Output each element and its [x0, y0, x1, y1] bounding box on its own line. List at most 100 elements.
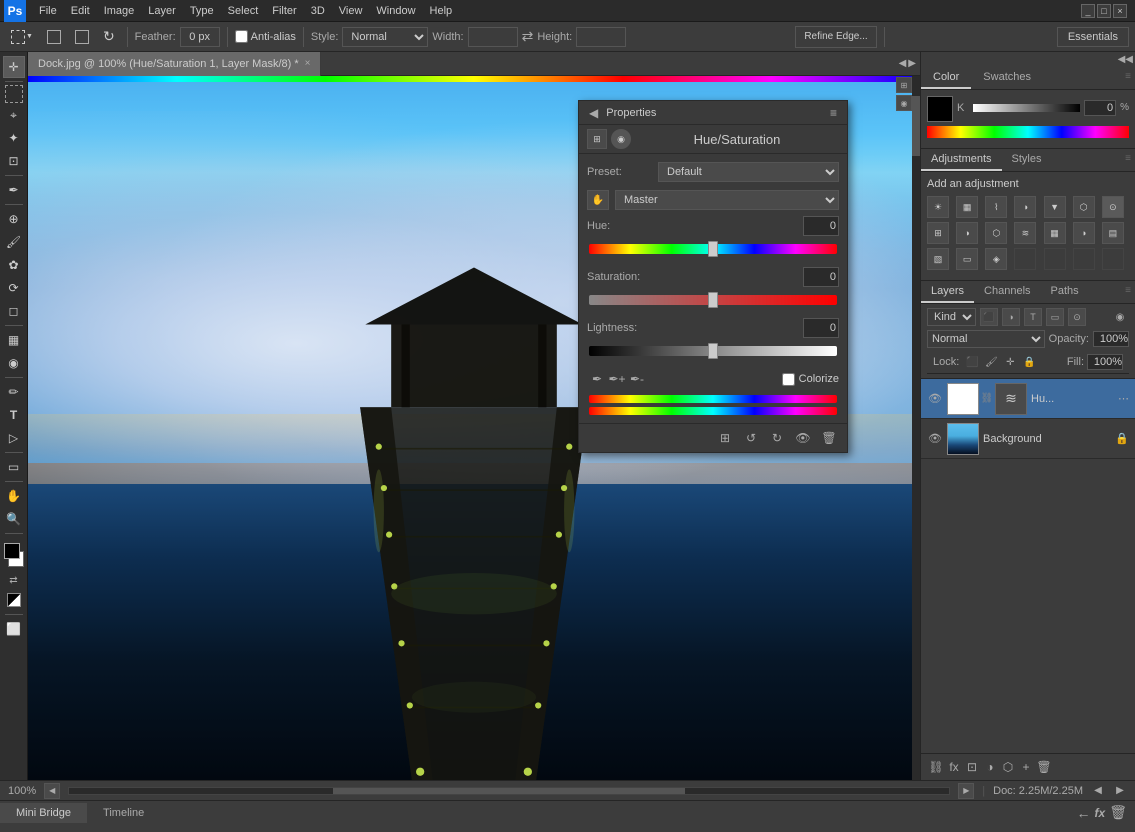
k-slider[interactable]	[973, 104, 1080, 112]
light-value-input[interactable]	[803, 318, 839, 338]
add-mask-btn[interactable]: ⊡	[963, 758, 981, 776]
bottom-trash-btn[interactable]: 🗑	[1109, 804, 1127, 821]
tab-layers[interactable]: Layers	[921, 281, 974, 303]
adj-panel-menu[interactable]: ≡	[1121, 149, 1135, 171]
light-thumb[interactable]	[708, 343, 718, 359]
menu-layer[interactable]: Layer	[141, 3, 183, 19]
k-value-input[interactable]	[1084, 100, 1116, 116]
tab-color[interactable]: Color	[921, 67, 971, 89]
adj-invert-btn[interactable]: ◑	[1073, 222, 1095, 244]
refine-edge-btn[interactable]: Refine Edge...	[795, 26, 876, 48]
light-slider-container[interactable]	[589, 341, 837, 361]
rect-marquee-btn[interactable]	[42, 26, 66, 48]
opacity-input[interactable]	[1093, 331, 1129, 347]
gradient-tool[interactable]: ▦	[3, 329, 25, 351]
menu-window[interactable]: Window	[369, 3, 422, 19]
tab-mini-bridge[interactable]: Mini Bridge	[0, 803, 87, 823]
link-layers-btn[interactable]: ⛓	[927, 758, 945, 776]
eyedropper-btn-3[interactable]: ✒-	[627, 369, 647, 389]
filter-type-btn[interactable]: T	[1024, 308, 1042, 326]
right-tool-1[interactable]: ⊞	[896, 77, 912, 93]
hue-slider-container[interactable]	[589, 239, 837, 259]
color-panel-menu[interactable]: ≡	[1121, 67, 1135, 89]
filter-smart-btn[interactable]: ⊙	[1068, 308, 1086, 326]
maximize-btn[interactable]: □	[1097, 4, 1111, 18]
minimize-btn[interactable]: _	[1081, 4, 1095, 18]
filter-toggle[interactable]: ◉	[1111, 308, 1129, 326]
colorize-checkbox[interactable]	[782, 373, 795, 386]
tab-adjustments[interactable]: Adjustments	[921, 149, 1002, 171]
prop-clip-btn[interactable]: ⊞	[587, 129, 607, 149]
hue-value-input[interactable]	[803, 216, 839, 236]
type-tool[interactable]: T	[3, 404, 25, 426]
hue-thumb[interactable]	[708, 241, 718, 257]
tab-close-btn[interactable]: ×	[305, 58, 311, 69]
menu-view[interactable]: View	[332, 3, 370, 19]
menu-edit[interactable]: Edit	[64, 3, 97, 19]
move-tool[interactable]: ✛	[3, 56, 25, 78]
group-btn[interactable]: ⬡	[999, 758, 1017, 776]
preset-select[interactable]: Default	[658, 162, 839, 182]
marquee-tool[interactable]	[5, 85, 23, 103]
lock-image-btn[interactable]: 🖌	[983, 354, 999, 370]
eyedropper-btn-1[interactable]: ✒	[587, 369, 607, 389]
clone-tool[interactable]: ✿	[3, 254, 25, 276]
adj-colorbalance-btn[interactable]: ⊞	[927, 222, 949, 244]
crop-tool[interactable]: ⊡	[3, 150, 25, 172]
fill-input[interactable]	[1087, 354, 1123, 370]
adj-colorlookup-btn[interactable]: ▦	[1044, 222, 1066, 244]
menu-image[interactable]: Image	[97, 3, 142, 19]
layer-0-visibility[interactable]: 👁	[927, 391, 943, 407]
adj-mixer-btn[interactable]: ≋	[1014, 222, 1036, 244]
adj-vibrance-btn[interactable]: ⬡	[1073, 196, 1095, 218]
tab-styles[interactable]: Styles	[1002, 149, 1052, 171]
sat-thumb[interactable]	[708, 292, 718, 308]
prop-expand-btn[interactable]: ◀	[587, 106, 600, 120]
adj-layer-btn[interactable]: ◑	[981, 758, 999, 776]
single-col-btn[interactable]	[70, 26, 94, 48]
adj-empty2-btn[interactable]	[1044, 248, 1066, 270]
adj-dropdown-btn[interactable]: ▼	[1044, 196, 1066, 218]
zoom-out-btn[interactable]: ◀	[44, 783, 60, 799]
feather-input[interactable]	[180, 27, 220, 47]
layer-1-visibility[interactable]: 👁	[927, 431, 943, 447]
healing-tool[interactable]: ⊕	[3, 208, 25, 230]
menu-file[interactable]: File	[32, 3, 64, 19]
marquee-tool-btn[interactable]: ▼	[6, 26, 38, 48]
menu-3d[interactable]: 3D	[304, 3, 332, 19]
adj-bw-btn[interactable]: ◑	[956, 222, 978, 244]
zoom-tool[interactable]: 🔍	[3, 508, 25, 530]
adj-gradient-btn[interactable]: ▭	[956, 248, 978, 270]
tab-swatches[interactable]: Swatches	[971, 67, 1043, 89]
panel-collapse-btn[interactable]: ◀◀	[1118, 54, 1133, 65]
adj-empty4-btn[interactable]	[1102, 248, 1124, 270]
adj-curves-btn[interactable]: ⌇	[985, 196, 1007, 218]
canvas-scrollbar-v[interactable]	[912, 76, 920, 780]
create-layer-btn[interactable]: ⊞	[715, 428, 735, 448]
tab-channels[interactable]: Channels	[974, 281, 1040, 303]
sat-value-input[interactable]	[803, 267, 839, 287]
eraser-tool[interactable]: ◻	[3, 300, 25, 322]
kind-select[interactable]: Kind	[927, 308, 976, 326]
cycle-prev-btn[interactable]: ↺	[741, 428, 761, 448]
layer-0-options[interactable]: ⋯	[1118, 392, 1129, 405]
menu-type[interactable]: Type	[183, 3, 221, 19]
menu-filter[interactable]: Filter	[265, 3, 303, 19]
delete-btn[interactable]: 🗑	[819, 428, 839, 448]
tab-paths[interactable]: Paths	[1041, 281, 1089, 303]
adj-huesat-btn[interactable]: ⊙	[1102, 196, 1124, 218]
brush-tool[interactable]: 🖌	[3, 231, 25, 253]
adj-exposure-btn[interactable]: ◑	[1014, 196, 1036, 218]
adj-levels-btn[interactable]: ▦	[956, 196, 978, 218]
swap-colors-btn[interactable]: ⇄	[5, 574, 23, 586]
tab-timeline[interactable]: Timeline	[87, 803, 160, 823]
delete-layer-btn[interactable]: 🗑	[1035, 758, 1053, 776]
filter-shape-btn[interactable]: ▭	[1046, 308, 1064, 326]
adj-photo-btn[interactable]: ⬡	[985, 222, 1007, 244]
lasso-tool[interactable]: ⌖	[3, 104, 25, 126]
essentials-btn[interactable]: Essentials	[1057, 27, 1129, 47]
lock-pixels-btn[interactable]: ⬛	[964, 354, 980, 370]
width-input[interactable]	[468, 27, 518, 47]
color-preview[interactable]	[927, 96, 953, 122]
cycle-next-btn[interactable]: ↻	[767, 428, 787, 448]
